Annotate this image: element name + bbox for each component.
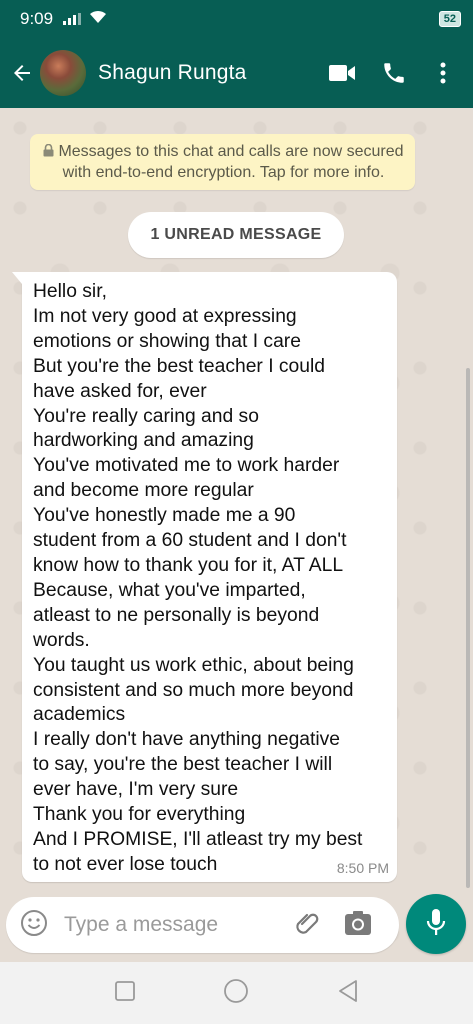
message-composer <box>6 897 399 953</box>
status-time: 9:09 <box>20 9 54 28</box>
message-line: consistent and so much more beyond <box>33 679 354 701</box>
system-nav-bar <box>0 962 473 1024</box>
chat-header: Shagun Rungta <box>0 38 473 108</box>
message-line: And I PROMISE, I'll atleast try my best <box>33 828 363 850</box>
message-line: know how to thank you for it, AT ALL <box>33 554 344 576</box>
microphone-button[interactable] <box>406 894 466 954</box>
message-line: You're really caring and so <box>33 405 259 427</box>
message-line: ever have, I'm very sure <box>33 779 239 801</box>
battery-icon: 52 <box>438 11 461 27</box>
home-icon[interactable] <box>223 978 249 1009</box>
message-time: 8:50 PM <box>336 860 389 876</box>
message-line: You've honestly made me a 90 <box>33 505 296 527</box>
message-line: emotions or showing that I care <box>33 330 301 352</box>
microphone-icon <box>425 908 447 941</box>
message-line: to say, you're the best teacher I will <box>33 754 333 776</box>
video-call-icon[interactable] <box>327 63 357 83</box>
message-line: academics <box>33 704 126 726</box>
attach-icon[interactable] <box>294 909 322 942</box>
message-line: You taught us work ethic, about being <box>33 654 354 676</box>
avatar[interactable] <box>40 50 86 96</box>
message-line: Im not very good at expressing <box>33 305 297 327</box>
emoji-icon[interactable] <box>20 909 48 942</box>
back-arrow-icon[interactable] <box>2 61 42 85</box>
back-nav-icon[interactable] <box>337 979 359 1008</box>
lock-icon <box>43 143 54 163</box>
message-line: words. <box>33 629 90 651</box>
message-line: student from a 60 student and I don't <box>33 530 347 552</box>
message-line: to not ever lose touch <box>33 853 218 875</box>
message-line: But you're the best teacher I could <box>33 355 326 377</box>
wifi-icon <box>89 9 107 29</box>
message-line: Hello sir, <box>33 281 107 302</box>
message-input[interactable] <box>62 912 286 938</box>
status-bar: 9:09 52 <box>0 0 473 38</box>
contact-name[interactable]: Shagun Rungta <box>98 61 247 85</box>
message-line: atleast to ne personally is beyond <box>33 604 320 626</box>
unread-divider: 1 UNREAD MESSAGE <box>128 212 344 258</box>
camera-icon[interactable] <box>344 910 372 941</box>
signal-icon <box>63 13 82 25</box>
message-text: Hello sir, Im not very good at expressing… <box>33 280 389 878</box>
message-line: I really don't have anything negative <box>33 729 341 751</box>
voice-call-icon[interactable] <box>379 60 409 86</box>
scrollbar[interactable] <box>466 368 470 888</box>
message-line: hardworking and amazing <box>33 430 254 452</box>
encryption-notice-text: Messages to this chat and calls are now … <box>58 143 404 181</box>
message-line: have asked for, ever <box>33 380 207 402</box>
message-line: Thank you for everything <box>33 804 246 826</box>
encryption-notice[interactable]: Messages to this chat and calls are now … <box>30 134 415 190</box>
message-bubble[interactable]: Hello sir, Im not very good at expressing… <box>12 272 397 882</box>
message-line: Because, what you've imparted, <box>33 579 306 601</box>
recents-icon[interactable] <box>114 980 136 1007</box>
chat-area[interactable]: Messages to this chat and calls are now … <box>0 108 473 960</box>
message-line: You've motivated me to work harder <box>33 455 340 477</box>
message-line: and become more regular <box>33 480 254 502</box>
more-options-icon[interactable] <box>433 62 453 84</box>
